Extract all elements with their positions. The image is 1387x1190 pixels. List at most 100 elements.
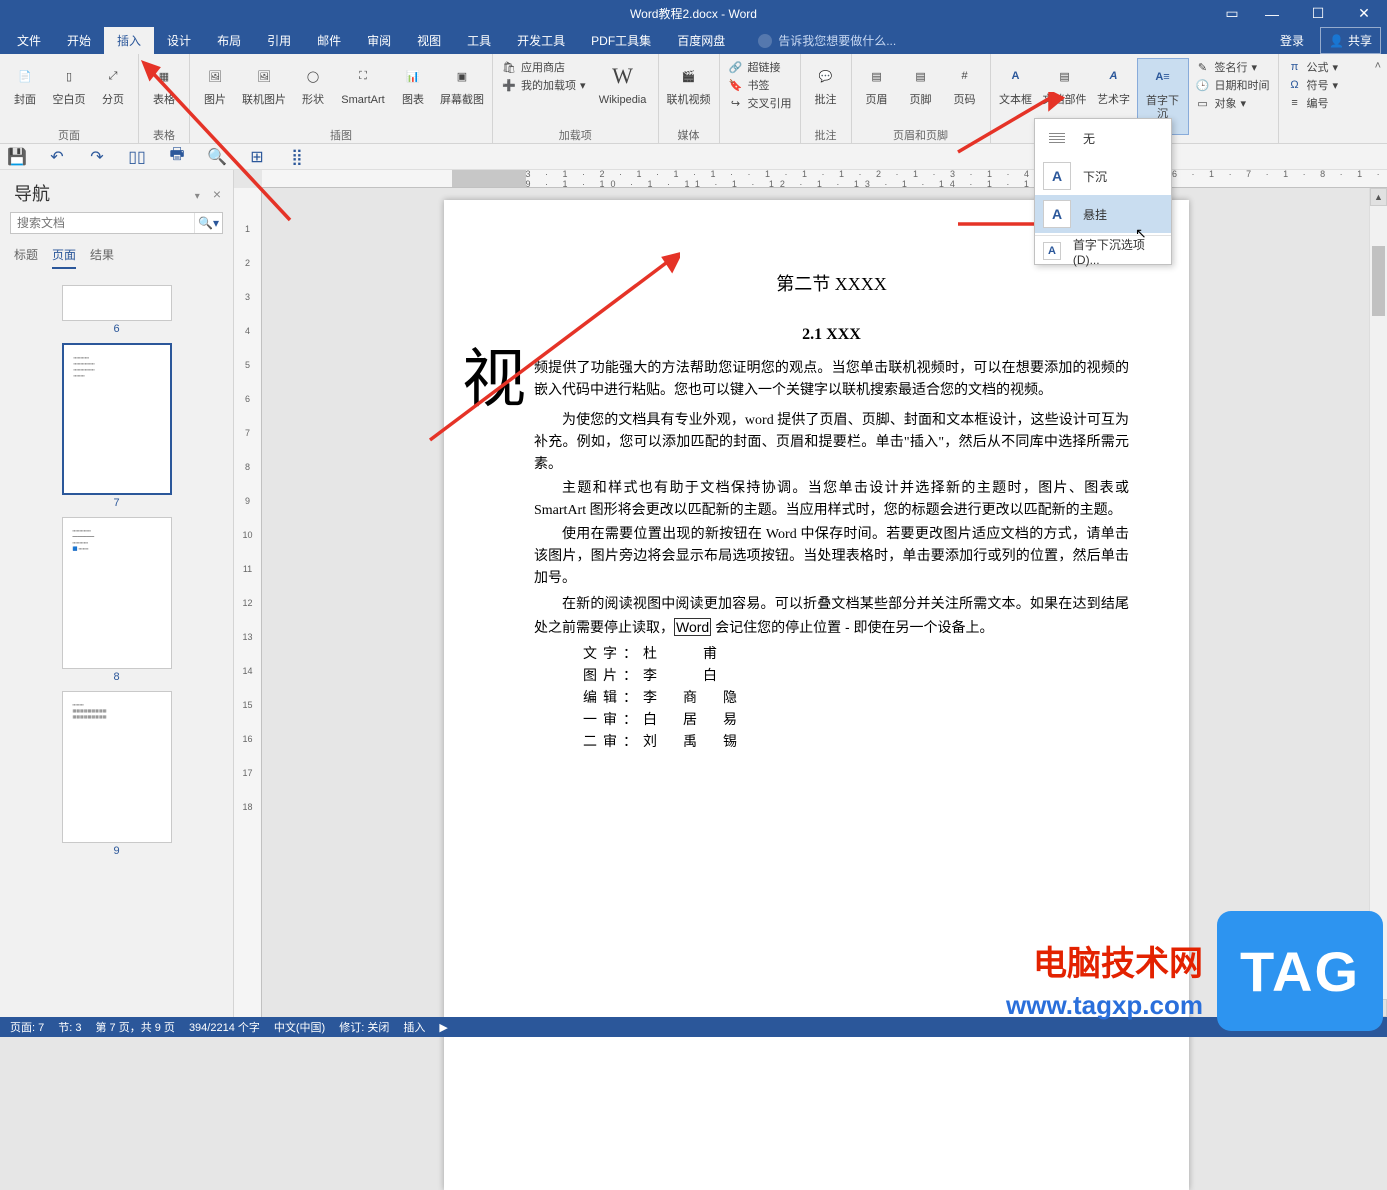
thumb-9[interactable]: ▪▪▪▪▪▪▪▪▦▦▦▦▦▦▦▦▦▦▦▦▦▦▦▦▦▦ bbox=[62, 691, 172, 843]
group-symbols: π公式▾ Ω符号▾ ≡编号 bbox=[1279, 54, 1347, 143]
footer-button[interactable]: ▤页脚 bbox=[900, 58, 942, 109]
tab-mailings[interactable]: 邮件 bbox=[304, 27, 354, 54]
blank-page-button[interactable]: ▯空白页 bbox=[48, 58, 90, 109]
mouse-cursor-icon: ↖ bbox=[1135, 225, 1147, 242]
bookmark-button[interactable]: 🔖书签 bbox=[724, 76, 796, 94]
status-track[interactable]: 修订: 关闭 bbox=[339, 1019, 389, 1035]
tab-baidu[interactable]: 百度网盘 bbox=[664, 27, 738, 54]
group-media-label: 媒体 bbox=[663, 127, 715, 143]
status-words[interactable]: 394/2214 个字 bbox=[189, 1019, 260, 1035]
number-button[interactable]: ≡编号 bbox=[1283, 94, 1343, 112]
thumb-8[interactable]: ▪▪▪▪▪▪▪▪▪▪▪▪▪━━━━━━━━━▪▪▪▪▪▪▪▪▪▪▪🟦 ▪▪▪▪▪… bbox=[62, 517, 172, 669]
ribbon-display-options-icon[interactable]: ▭ bbox=[1215, 0, 1249, 27]
status-mode[interactable]: 插入 bbox=[403, 1019, 425, 1035]
symbol-button[interactable]: Ω符号▾ bbox=[1283, 76, 1343, 94]
scroll-thumb[interactable] bbox=[1372, 246, 1385, 316]
header-button[interactable]: ▤页眉 bbox=[856, 58, 898, 109]
chart-icon: 📊 bbox=[397, 60, 429, 92]
tab-developer[interactable]: 开发工具 bbox=[504, 27, 578, 54]
screenshot-button[interactable]: ▣屏幕截图 bbox=[436, 58, 488, 109]
dropcap-icon: A≡ bbox=[1147, 61, 1179, 93]
dropcap-menu: 无 A 下沉 A 悬挂 A 首字下沉选项(D)... bbox=[1034, 118, 1172, 265]
annotation-arrow-2 bbox=[420, 250, 680, 455]
tab-layout[interactable]: 布局 bbox=[204, 27, 254, 54]
share-button[interactable]: 👤 共享 bbox=[1320, 27, 1381, 54]
equation-button[interactable]: π公式▾ bbox=[1283, 58, 1343, 76]
datetime-button[interactable]: 🕒日期和时间 bbox=[1191, 76, 1274, 94]
watermark-url: www.tagxp.com bbox=[1006, 990, 1203, 1021]
dropcap-options[interactable]: A 首字下沉选项(D)... bbox=[1035, 238, 1171, 264]
tab-design[interactable]: 设计 bbox=[154, 27, 204, 54]
vertical-ruler[interactable]: 123456 789101112 131415161718 bbox=[234, 188, 262, 1035]
collapse-ribbon-icon[interactable]: ˄ bbox=[1369, 54, 1387, 143]
nav-thumbnails[interactable]: 6 ▪▪▪▪▪▪▪▪▪▪▪▪▪▪▪▪▪▪▪▪▪▪▪▪▪▪▪▪▪▪▪▪▪▪▪▪▪▪… bbox=[0, 269, 233, 1017]
group-addins-label: 加载项 bbox=[497, 127, 654, 143]
tab-home[interactable]: 开始 bbox=[54, 27, 104, 54]
wikipedia-button[interactable]: WWikipedia bbox=[592, 58, 654, 109]
redo-icon[interactable]: ↷ bbox=[88, 148, 106, 166]
tab-pdf[interactable]: PDF工具集 bbox=[578, 27, 664, 54]
dropcap-inmargin[interactable]: A 悬挂 bbox=[1035, 195, 1171, 233]
status-page[interactable]: 页面: 7 bbox=[10, 1019, 44, 1035]
tab-file[interactable]: 文件 bbox=[4, 27, 54, 54]
dropcap-none-icon bbox=[1043, 124, 1071, 152]
symbol-icon: Ω bbox=[1287, 77, 1303, 93]
tab-tools[interactable]: 工具 bbox=[454, 27, 504, 54]
horizontal-ruler[interactable]: 3 · 1 · 2 · 1 · 1 · 1 · · 1 · 1 · 1 · 2 … bbox=[262, 170, 1387, 188]
page-break-button[interactable]: ⤢分页 bbox=[92, 58, 134, 109]
navtab-pages[interactable]: 页面 bbox=[52, 242, 76, 269]
dropcap-dropped[interactable]: A 下沉 bbox=[1035, 157, 1171, 195]
store-icon: 🛍 bbox=[501, 59, 517, 75]
crossref-button[interactable]: ↪交叉引用 bbox=[724, 94, 796, 112]
comment-icon: 💬 bbox=[810, 60, 842, 92]
dropcap-inmargin-icon: A bbox=[1043, 200, 1071, 228]
status-pagecount[interactable]: 第 7 页，共 9 页 bbox=[95, 1019, 174, 1035]
comment-button[interactable]: 💬批注 bbox=[805, 58, 847, 109]
screenshot-icon: ▣ bbox=[446, 60, 478, 92]
nav-title: 导航 bbox=[14, 180, 50, 206]
hyperlink-button[interactable]: 🔗超链接 bbox=[724, 58, 796, 76]
addins-icon: ➕ bbox=[501, 77, 517, 93]
save-icon[interactable]: 💾 bbox=[8, 148, 26, 166]
cover-page-button[interactable]: 📄封面 bbox=[4, 58, 46, 109]
status-lang[interactable]: 中文(中国) bbox=[274, 1019, 325, 1035]
online-video-button[interactable]: 🎬联机视频 bbox=[663, 58, 715, 109]
my-addins-button[interactable]: ➕我的加载项▾ bbox=[497, 76, 590, 94]
group-addins: 🛍应用商店 ➕我的加载项▾ WWikipedia 加载项 bbox=[493, 54, 659, 143]
page-break-icon: ⤢ bbox=[97, 60, 129, 92]
thumb-7[interactable]: ▪▪▪▪▪▪▪▪▪▪▪▪▪▪▪▪▪▪▪▪▪▪▪▪▪▪▪▪▪▪▪▪▪▪▪▪▪▪▪▪… bbox=[62, 343, 172, 495]
status-section[interactable]: 节: 3 bbox=[58, 1019, 81, 1035]
smartart-button[interactable]: ⛶SmartArt bbox=[336, 58, 390, 109]
group-media: 🎬联机视频 媒体 bbox=[659, 54, 720, 143]
maximize-icon[interactable]: ☐ bbox=[1295, 0, 1341, 27]
thumb-6[interactable] bbox=[62, 285, 172, 321]
tab-references[interactable]: 引用 bbox=[254, 27, 304, 54]
login-button[interactable]: 登录 bbox=[1270, 32, 1314, 49]
wordart-button[interactable]: A艺术字 bbox=[1093, 58, 1135, 109]
navtab-headings[interactable]: 标题 bbox=[14, 242, 38, 269]
tell-me[interactable]: 告诉我您想要做什么... bbox=[758, 27, 896, 54]
paragraph-5: 在新的阅读视图中阅读更加容易。可以折叠文档某些部分并关注所需文本。如果在达到结尾… bbox=[534, 592, 1129, 640]
tab-insert[interactable]: 插入 bbox=[104, 27, 154, 54]
watermark-text: 电脑技术网 bbox=[1033, 936, 1203, 985]
dropcap-options-icon: A bbox=[1043, 242, 1061, 260]
chart-button[interactable]: 📊图表 bbox=[392, 58, 434, 109]
close-icon[interactable]: ✕ bbox=[1341, 0, 1387, 27]
tell-me-text: 告诉我您想要做什么... bbox=[778, 32, 896, 49]
minimize-icon[interactable]: — bbox=[1249, 0, 1295, 27]
scroll-up-icon[interactable]: ▲ bbox=[1370, 188, 1387, 206]
tab-review[interactable]: 审阅 bbox=[354, 27, 404, 54]
signature-button[interactable]: ✎签名行▾ bbox=[1191, 58, 1274, 76]
status-macro-icon[interactable]: ▶ bbox=[439, 1021, 447, 1034]
tab-view[interactable]: 视图 bbox=[404, 27, 454, 54]
group-comments: 💬批注 批注 bbox=[801, 54, 852, 143]
store-button[interactable]: 🛍应用商店 bbox=[497, 58, 590, 76]
dropcap-dropped-icon: A bbox=[1043, 162, 1071, 190]
object-icon: ▭ bbox=[1195, 95, 1211, 111]
vertical-scrollbar[interactable]: ▲ ▼ bbox=[1369, 188, 1387, 1017]
undo-icon[interactable]: ↶ bbox=[48, 148, 66, 166]
dropcap-none[interactable]: 无 bbox=[1035, 119, 1171, 157]
navtab-results[interactable]: 结果 bbox=[90, 242, 114, 269]
object-button[interactable]: ▭对象▾ bbox=[1191, 94, 1274, 112]
paragraph-3: 主题和样式也有助于文档保持协调。当您单击设计并选择新的主题时，图片、图表或 Sm… bbox=[534, 478, 1129, 522]
